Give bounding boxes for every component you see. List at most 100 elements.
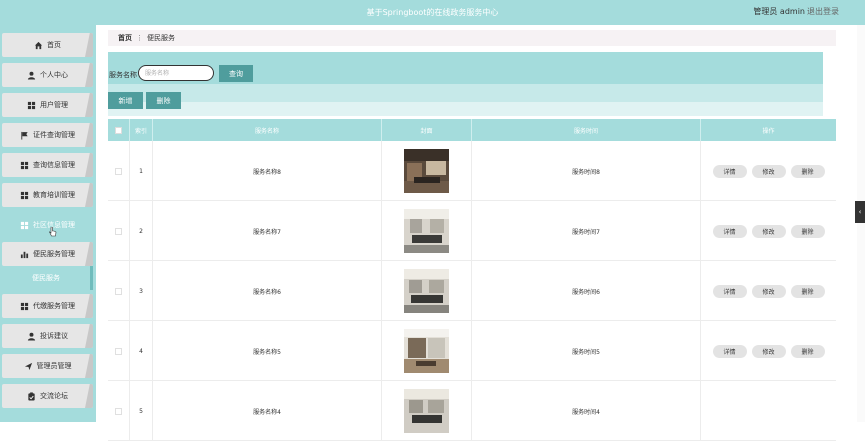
sidebar-item-label: 教育培训管理 <box>33 191 75 199</box>
sidebar-item-profile[interactable]: 个人中心 <box>2 63 93 87</box>
flag-icon <box>21 131 28 140</box>
menu-corner-decoration <box>85 93 93 117</box>
sidebar-item-complaints[interactable]: 投诉建议 <box>2 324 93 348</box>
detail-button[interactable]: 详情 <box>712 344 747 358</box>
table-row: 5 服务名称4 服务时间4 <box>108 381 836 441</box>
detail-button[interactable]: 详情 <box>712 224 747 238</box>
row-checkbox[interactable] <box>115 167 122 175</box>
page-scrollbar[interactable] <box>857 25 865 422</box>
sidebar-subitem-label: 便民服务 <box>32 274 60 282</box>
row-select-cell <box>108 381 130 441</box>
sidebar-item-admins[interactable]: 管理员管理 <box>2 354 93 378</box>
sidebar-item-convenience[interactable]: 便民服务管理 <box>2 242 93 266</box>
row-name: 服务名称4 <box>153 381 382 441</box>
row-cover-cell <box>382 381 472 441</box>
delete-button[interactable]: 删除 <box>790 224 825 238</box>
row-index: 1 <box>130 141 153 201</box>
menu-corner-decoration <box>85 63 93 87</box>
table-row: 1 服务名称8 服务时间8 详情 修改 删除 <box>108 141 836 201</box>
sidebar-item-query-info[interactable]: 查询信息管理 <box>2 153 93 177</box>
sidebar-subitem-convenience-service[interactable]: 便民服务 <box>2 266 93 290</box>
delete-button[interactable]: 删除 <box>790 284 825 298</box>
menu-corner-decoration <box>85 33 93 57</box>
delete-button[interactable]: 删除 <box>790 164 825 178</box>
row-select-cell <box>108 201 130 261</box>
sidebar: 首页 个人中心 用户管理 证件查询管理 查询信息管理 教育培训管理 社区信息管理… <box>0 25 96 422</box>
row-select-cell <box>108 261 130 321</box>
breadcrumb-home[interactable]: 首页 <box>118 33 132 43</box>
row-cover-cell <box>382 321 472 381</box>
select-all-checkbox[interactable] <box>115 126 122 134</box>
menu-corner-decoration <box>85 354 93 378</box>
sidebar-item-community[interactable]: 社区信息管理 <box>2 213 93 237</box>
row-index: 4 <box>130 321 153 381</box>
delete-button[interactable]: 删除 <box>790 344 825 358</box>
search-input[interactable] <box>138 65 214 81</box>
row-checkbox[interactable] <box>115 287 122 295</box>
grid-icon <box>20 221 29 229</box>
menu-corner-decoration <box>85 324 93 348</box>
bar-chart-icon <box>20 251 29 258</box>
batch-delete-button[interactable]: 删除 <box>146 92 181 109</box>
menu-corner-decoration <box>85 294 93 318</box>
actions-panel <box>108 84 823 102</box>
row-checkbox[interactable] <box>115 407 122 415</box>
row-index: 3 <box>130 261 153 321</box>
query-button[interactable]: 查询 <box>219 65 253 82</box>
sidebar-item-certificate-query[interactable]: 证件查询管理 <box>2 123 93 147</box>
search-panel <box>108 52 823 84</box>
header-index: 索引 <box>130 119 153 141</box>
row-name: 服务名称7 <box>153 201 382 261</box>
row-time: 服务时间6 <box>472 261 701 321</box>
row-ops: 详情 修改 删除 <box>701 321 836 381</box>
cover-thumbnail <box>404 149 449 193</box>
user-icon <box>27 332 36 341</box>
sidebar-item-label: 交流论坛 <box>40 392 68 400</box>
row-index: 2 <box>130 201 153 261</box>
table-header: 索引 服务名称 封面 服务时间 操作 <box>108 119 836 141</box>
sidebar-item-education[interactable]: 教育培训管理 <box>2 183 93 207</box>
header-ops: 操作 <box>762 127 775 135</box>
breadcrumb-current: 便民服务 <box>147 34 175 42</box>
header-name: 服务名称 <box>153 119 382 141</box>
menu-corner-decoration <box>85 384 93 408</box>
row-cover-cell <box>382 141 472 201</box>
row-ops: 详情 修改 删除 <box>701 201 836 261</box>
breadcrumb: 首页 ⋮ 便民服务 <box>108 30 836 46</box>
menu-corner-decoration <box>85 123 93 147</box>
edit-button[interactable]: 修改 <box>751 284 786 298</box>
table-row: 2 服务名称7 服务时间7 详情 修改 删除 <box>108 201 836 261</box>
home-icon <box>34 41 43 49</box>
sidebar-item-payment[interactable]: 代缴服务管理 <box>2 294 93 318</box>
row-select-cell <box>108 141 130 201</box>
row-checkbox[interactable] <box>115 227 122 235</box>
detail-button[interactable]: 详情 <box>712 284 747 298</box>
grid-icon <box>20 161 29 169</box>
sidebar-item-users[interactable]: 用户管理 <box>2 93 93 117</box>
row-index: 5 <box>130 381 153 441</box>
grid-icon <box>20 302 29 310</box>
sidebar-item-label: 代缴服务管理 <box>33 302 75 310</box>
menu-corner-decoration <box>85 183 93 207</box>
grid-icon <box>20 191 29 199</box>
menu-corner-decoration <box>85 242 93 266</box>
edit-button[interactable]: 修改 <box>751 344 786 358</box>
sidebar-item-forum[interactable]: 交流论坛 <box>2 384 93 408</box>
header-time: 服务时间 <box>472 119 701 141</box>
row-name: 服务名称6 <box>153 261 382 321</box>
edit-button[interactable]: 修改 <box>751 224 786 238</box>
table-row: 4 服务名称5 服务时间5 详情 修改 删除 <box>108 321 836 381</box>
add-button[interactable]: 新增 <box>108 92 143 109</box>
logout-link[interactable]: 退出登录 <box>807 6 839 17</box>
sidebar-item-label: 便民服务管理 <box>33 250 75 258</box>
row-checkbox[interactable] <box>115 347 122 355</box>
search-label: 服务名称 <box>109 71 137 79</box>
row-time: 服务时间8 <box>472 141 701 201</box>
sidebar-item-home[interactable]: 首页 <box>2 33 93 57</box>
services-table: 索引 服务名称 封面 服务时间 操作 1 服务名称8 服务时间8 详情 修改 删… <box>108 119 836 441</box>
side-panel-toggle[interactable]: ‹ <box>855 201 865 223</box>
edit-button[interactable]: 修改 <box>751 164 786 178</box>
sidebar-item-label: 管理员管理 <box>36 362 72 370</box>
detail-button[interactable]: 详情 <box>712 164 747 178</box>
clipboard-icon <box>28 391 35 401</box>
